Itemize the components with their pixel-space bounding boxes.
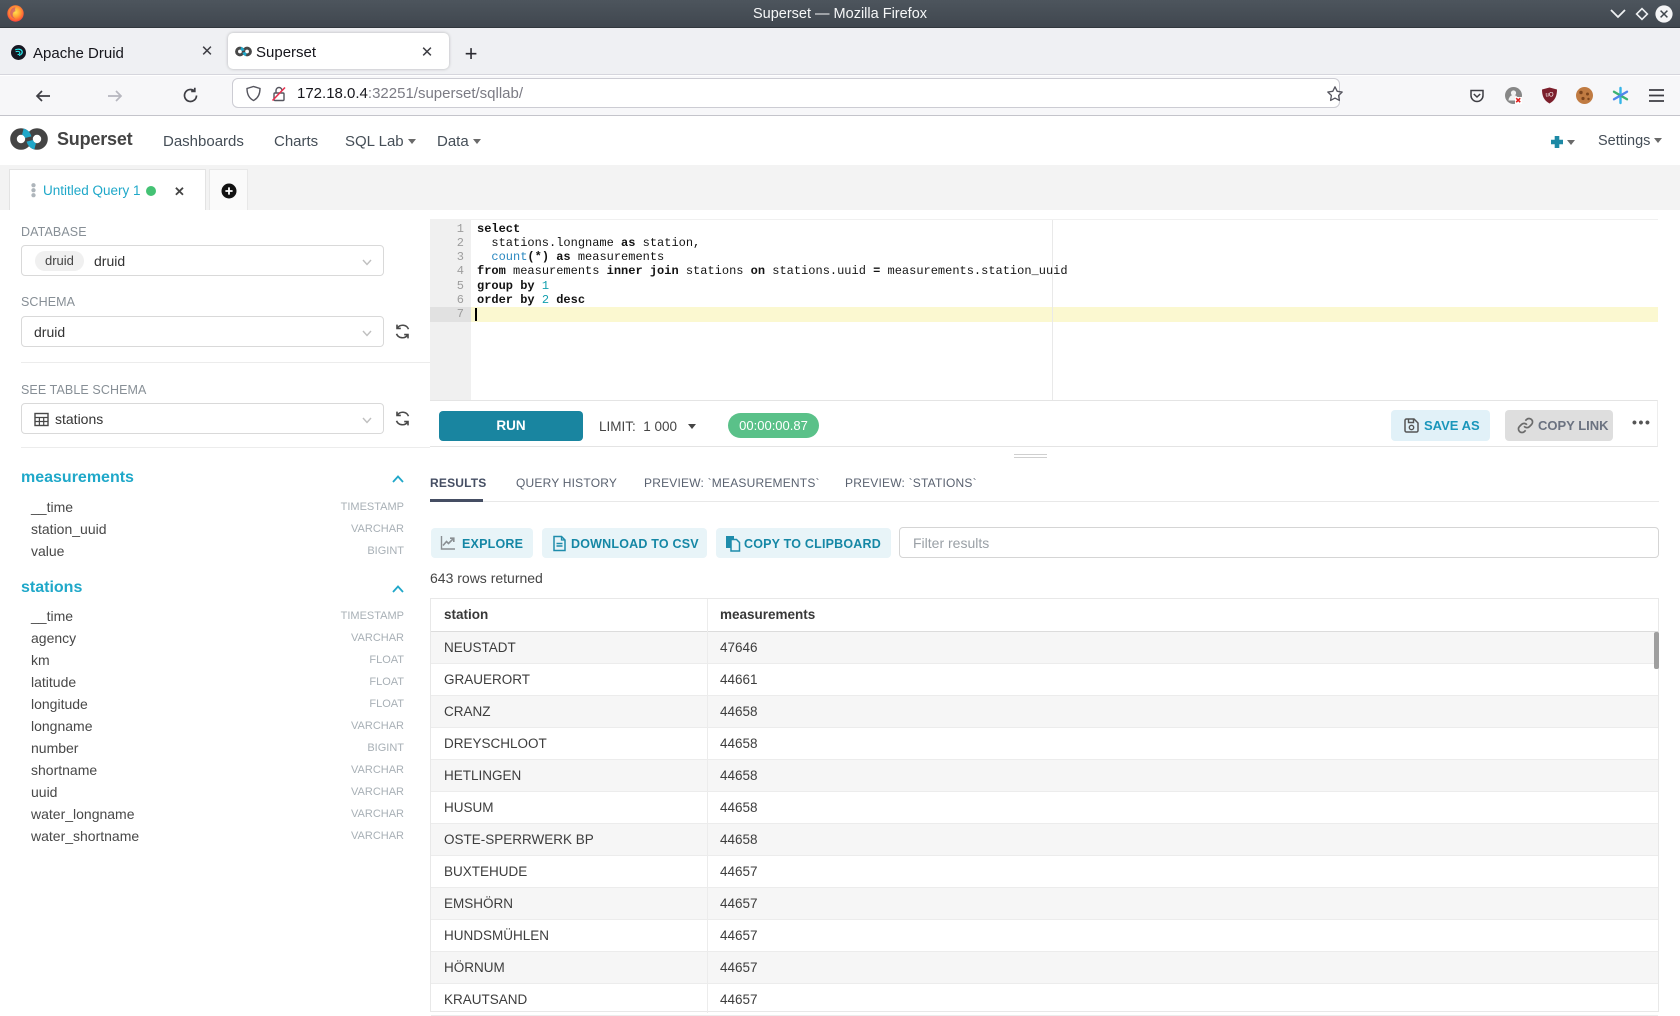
svg-text:uO: uO xyxy=(1545,93,1553,99)
